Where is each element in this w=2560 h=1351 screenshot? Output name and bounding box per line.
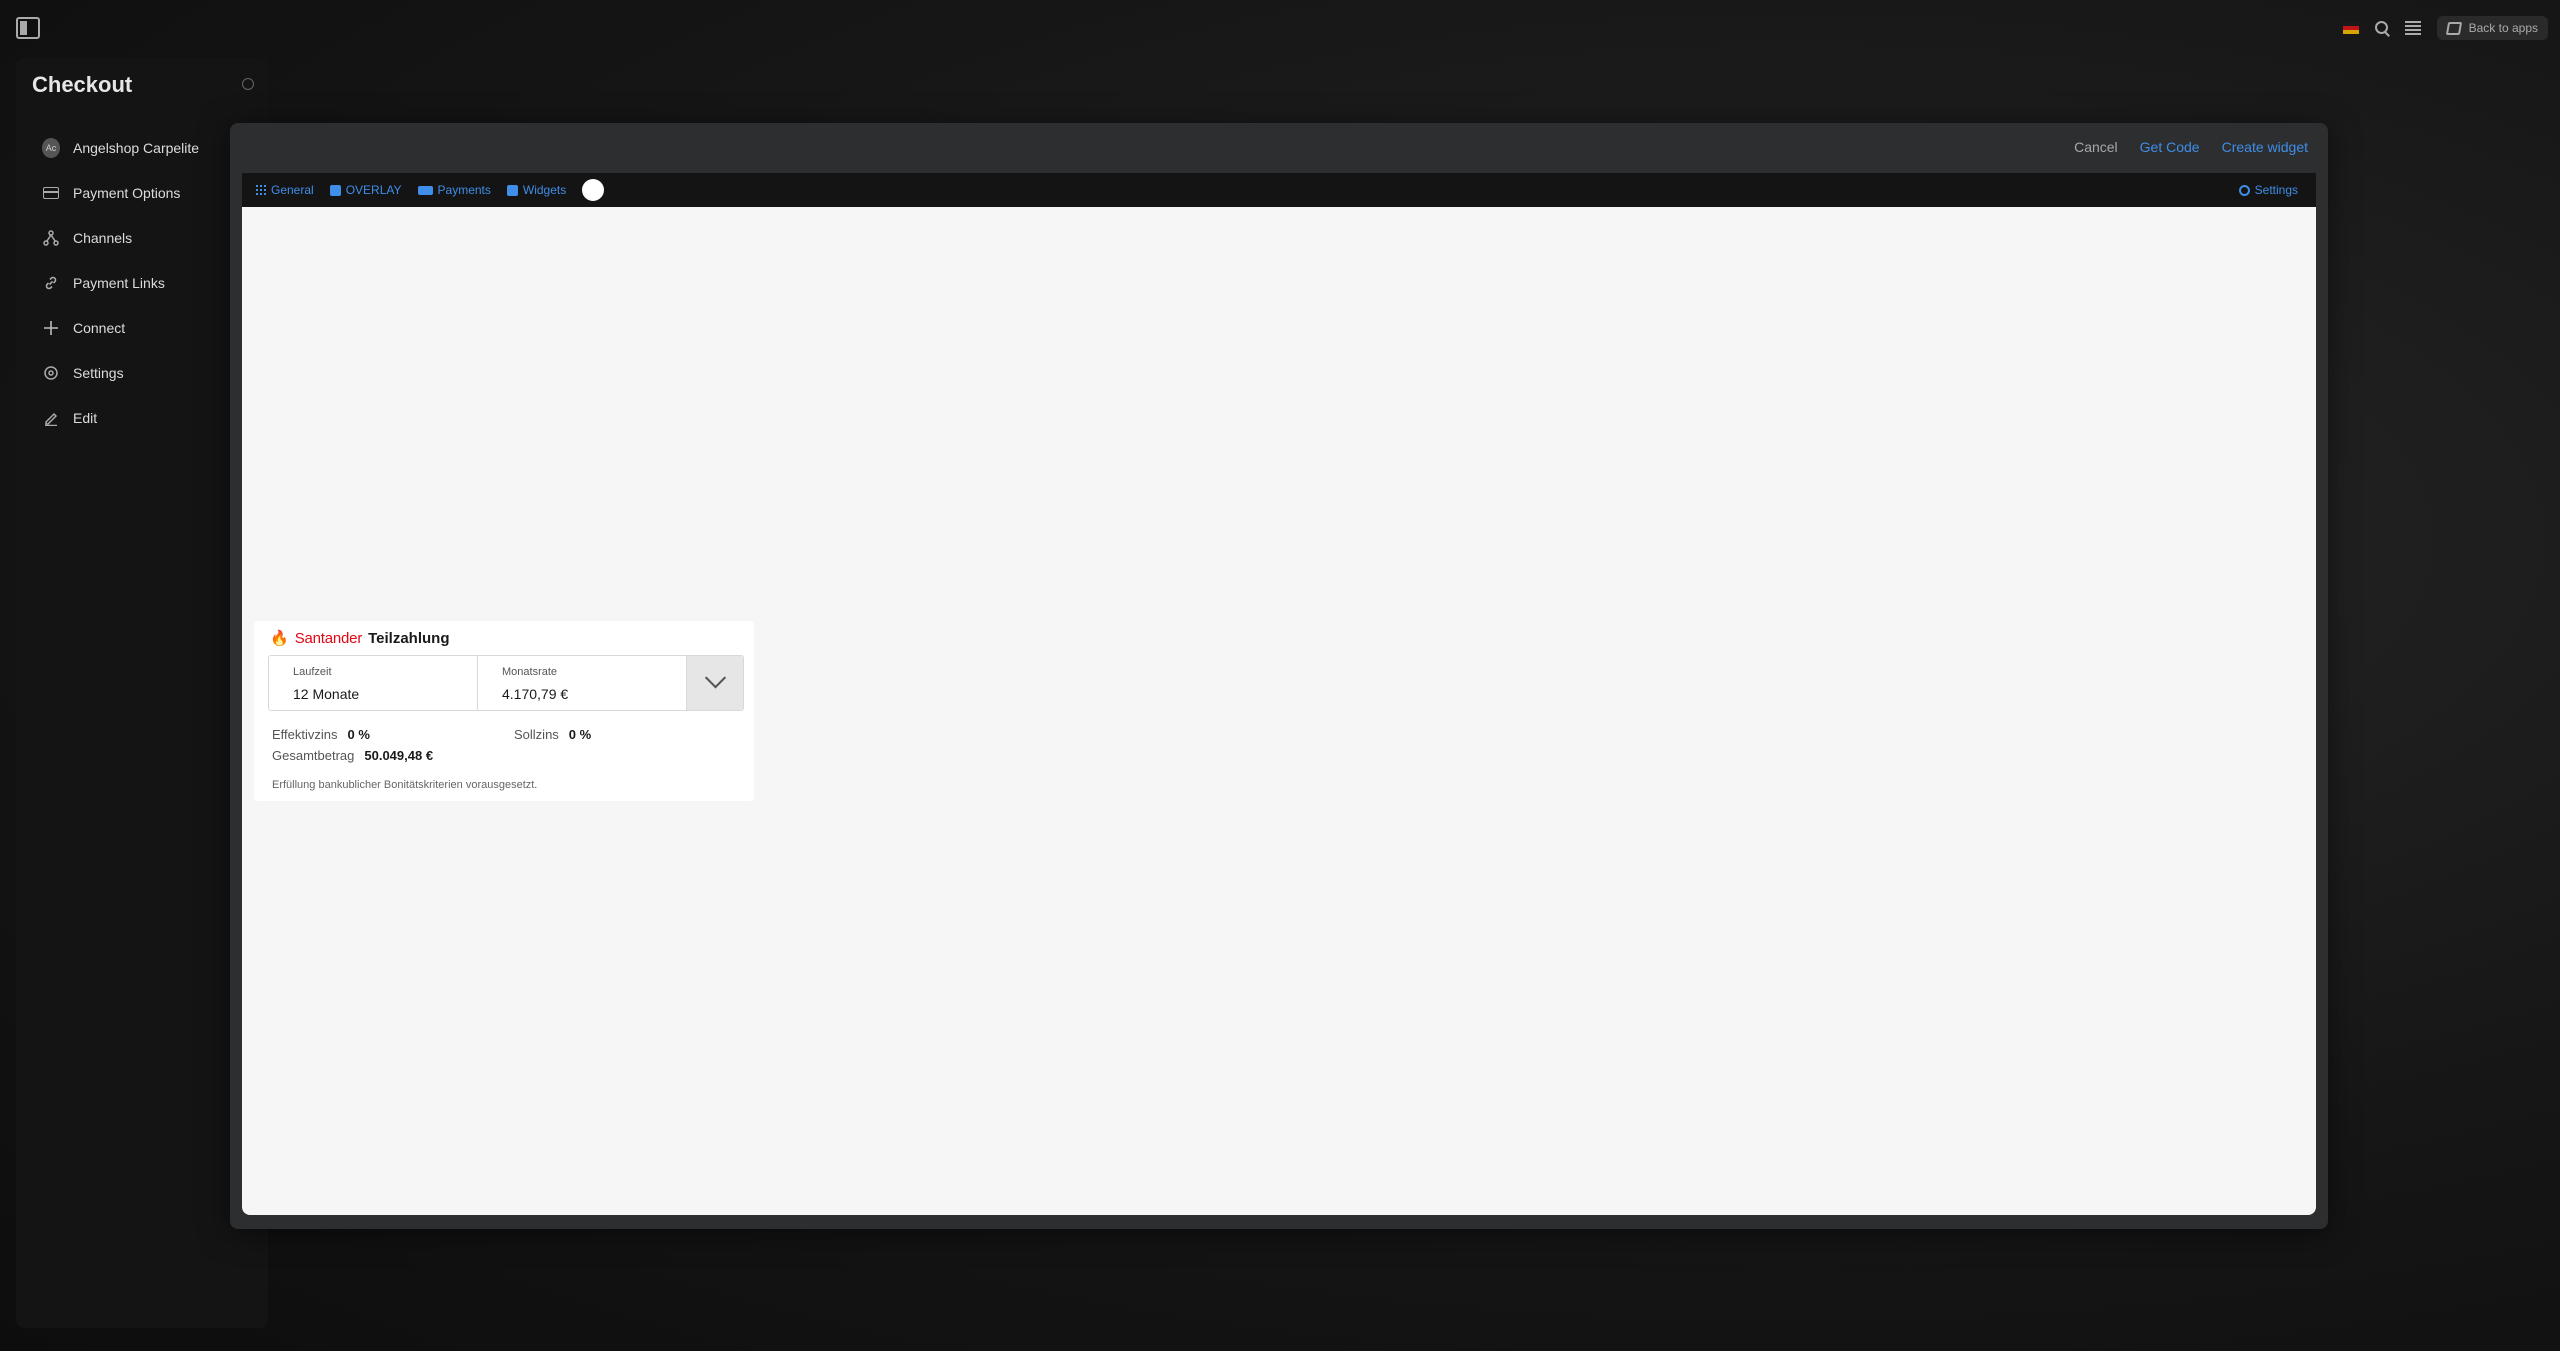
- sidebar-item-label: Settings: [73, 364, 124, 381]
- create-widget-button[interactable]: Create widget: [2222, 139, 2308, 155]
- sidebar-nav: Ac Angelshop Carpelite Payment Options C…: [42, 125, 262, 440]
- modal-actions: Cancel Get Code Create widget: [2074, 139, 2308, 155]
- total-value: 50.049,48 €: [364, 748, 434, 763]
- gear-icon: [2238, 184, 2250, 196]
- santander-flame-icon: 🔥: [270, 630, 289, 647]
- back-to-apps-label: Back to apps: [2468, 21, 2538, 35]
- link-icon: [42, 274, 60, 292]
- term-cell: Laufzeit 12 Monate: [269, 656, 478, 710]
- layers-icon: [2445, 21, 2462, 35]
- settings-button[interactable]: Settings: [2238, 173, 2298, 207]
- eff-label: Effektivzins: [272, 727, 338, 742]
- avatar: Ac: [42, 137, 60, 158]
- widgets-icon: [506, 184, 518, 196]
- rate-cell: Monatsrate 4.170,79 €: [478, 656, 687, 710]
- grid-icon: [256, 185, 266, 195]
- sidebar-title: Checkout: [32, 72, 133, 97]
- rate-value: 4.170,79 €: [502, 686, 569, 702]
- rate-label: Monatsrate: [502, 666, 558, 678]
- pencil-icon: [42, 409, 60, 427]
- tab-payments[interactable]: Payments: [417, 183, 491, 197]
- term-value: 12 Monate: [293, 686, 360, 702]
- menu-icon[interactable]: [2404, 21, 2421, 35]
- sidebar-toggle-icon[interactable]: [16, 17, 40, 39]
- soll-value: 0 %: [568, 727, 592, 742]
- back-to-apps-button[interactable]: Back to apps: [2436, 16, 2548, 40]
- top-bar: Back to apps: [0, 0, 2560, 56]
- sidebar-item-label: Angelshop Carpelite: [73, 139, 200, 156]
- sidebar-item-shop[interactable]: Ac Angelshop Carpelite: [42, 125, 262, 170]
- payments-icon: [417, 185, 433, 195]
- preview-toggle[interactable]: [582, 179, 605, 201]
- term-selector[interactable]: Laufzeit 12 Monate Monatsrate 4.170,79 €: [268, 655, 744, 711]
- total-row: Gesamtbetrag 50.049,48 €: [272, 748, 433, 763]
- sidebar-item-label: Edit: [73, 409, 98, 426]
- sidebar-item-payment-links[interactable]: Payment Links: [42, 260, 262, 305]
- sidebar-item-label: Channels: [73, 229, 133, 246]
- get-code-button[interactable]: Get Code: [2140, 139, 2200, 155]
- plus-icon: [42, 319, 60, 337]
- sidebar-item-label: Connect: [73, 319, 126, 336]
- sidebar-item-label: Payment Options: [73, 184, 181, 201]
- sidebar-item-connect[interactable]: Connect: [42, 305, 262, 350]
- channels-icon: [42, 229, 60, 247]
- sidebar-item-settings[interactable]: Settings: [42, 350, 262, 395]
- search-icon[interactable]: [2374, 21, 2389, 35]
- close-icon[interactable]: [242, 78, 254, 90]
- top-right-actions: Back to apps: [2342, 16, 2548, 40]
- preview-canvas: 🔥 Santander Teilzahlung Laufzeit 12 Mona…: [242, 207, 2316, 1215]
- debit-rate-row: Sollzins 0 %: [514, 727, 591, 742]
- editor-tabbar: General OVERLAY Payments Widgets Setting…: [242, 173, 2316, 207]
- disclaimer-note: Erfüllung bankublicher Bonitätskriterien…: [272, 779, 538, 791]
- term-dropdown-button[interactable]: [687, 656, 743, 710]
- tab-label: OVERLAY: [345, 183, 402, 197]
- brand-name: Santander: [294, 629, 363, 647]
- overlay-icon: [329, 184, 341, 196]
- total-label: Gesamtbetrag: [272, 748, 355, 763]
- flag-icon[interactable]: [2342, 22, 2359, 34]
- sidebar-item-edit[interactable]: Edit: [42, 395, 262, 440]
- tab-general[interactable]: General: [256, 183, 314, 197]
- sidebar-item-channels[interactable]: Channels: [42, 215, 262, 260]
- tab-label: General: [271, 183, 314, 197]
- term-label: Laufzeit: [293, 666, 332, 678]
- widget-header: 🔥 Santander Teilzahlung: [270, 629, 450, 648]
- effective-rate-row: Effektivzins 0 %: [272, 727, 370, 742]
- tab-label: Payments: [437, 183, 491, 197]
- eff-value: 0 %: [347, 727, 370, 742]
- santander-installment-widget: 🔥 Santander Teilzahlung Laufzeit 12 Mona…: [254, 621, 754, 801]
- settings-label: Settings: [2254, 183, 2298, 197]
- widget-editor-modal: Cancel Get Code Create widget General OV…: [230, 123, 2328, 1229]
- tab-label: Widgets: [522, 183, 567, 197]
- card-icon: [43, 186, 59, 199]
- chevron-down-icon: [704, 666, 726, 688]
- tab-overlay[interactable]: OVERLAY: [329, 183, 402, 197]
- gear-icon: [42, 364, 60, 382]
- cancel-button[interactable]: Cancel: [2074, 139, 2118, 155]
- sidebar-item-label: Payment Links: [73, 274, 165, 291]
- tab-widgets[interactable]: Widgets: [506, 183, 567, 197]
- soll-label: Sollzins: [514, 727, 559, 742]
- product-name: Teilzahlung: [368, 629, 450, 647]
- sidebar-item-payment-options[interactable]: Payment Options: [42, 170, 262, 215]
